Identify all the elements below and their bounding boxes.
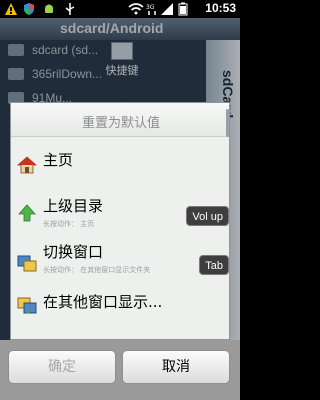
battery-icon [178,2,188,16]
item-label: 切换窗口 [43,243,104,261]
shortcut-item-switch-window[interactable]: 切换窗口 长按动作： 在其他窗口显示文件夹 Tab [11,235,229,281]
shortcut-item-show-other-window[interactable]: 在其他窗口显示... [11,281,229,327]
android-icon [45,4,53,13]
other-window-icon [17,297,37,314]
signal-3g-icon: 3G [146,4,156,15]
scrollbar[interactable] [226,109,229,137]
shield-icon [24,3,34,15]
item-label: 上级目录 [43,197,104,215]
item-label: 在其他窗口显示... [43,293,163,311]
clock: 10:53 [205,1,236,15]
cancel-button[interactable]: 取消 [122,350,230,384]
status-bar: 3G 10:53 [0,0,240,18]
long-press-hint: 长按动作： 在其他窗口显示文件夹 [43,266,151,274]
reset-defaults-button[interactable]: 重置为默认值 [11,103,229,137]
home-icon [17,156,37,174]
button-bar: 确定 取消 [0,340,240,400]
shortcut-dialog: 重置为默认值 主页 上级目录 长按动作： 主页 Vol up 切换窗口 长按动作… [10,102,230,340]
shortcut-item-home[interactable]: 主页 [11,139,229,185]
switch-window-icon [17,255,37,272]
long-press-hint: 长按动作： 主页 [43,220,95,228]
usb-icon [65,3,75,15]
wifi-icon [128,3,144,15]
key-badge[interactable]: Tab [199,255,229,275]
shortcut-item-parent-folder[interactable]: 上级目录 长按动作： 主页 Vol up [11,185,229,231]
confirm-button[interactable]: 确定 [8,350,116,384]
item-label: 主页 [43,151,74,169]
key-badge[interactable]: Vol up [186,206,229,226]
warning-icon [5,3,17,15]
svg-text:3G: 3G [146,4,155,11]
up-arrow-icon [18,204,36,222]
signal-strength-icon [161,3,173,15]
reset-defaults-label: 重置为默认值 [81,116,160,131]
